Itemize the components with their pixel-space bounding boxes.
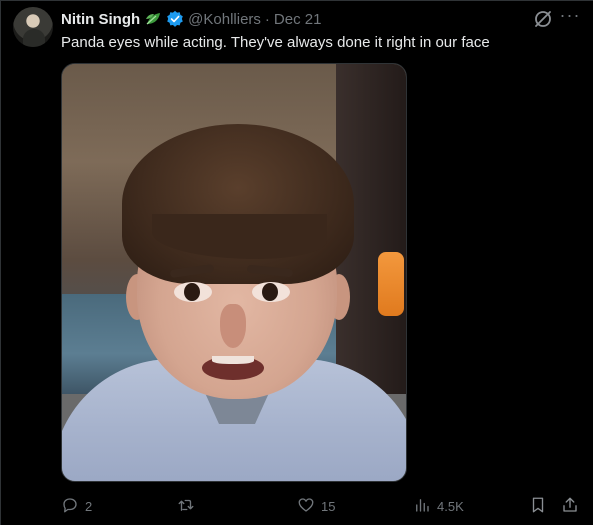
image-nose (220, 304, 246, 348)
verified-badge-icon[interactable] (166, 10, 184, 28)
tweet-date[interactable]: Dec 21 (274, 11, 322, 28)
separator-dot: · (264, 10, 270, 28)
avatar[interactable] (13, 7, 53, 47)
grok-icon[interactable] (533, 9, 553, 29)
share-button[interactable] (561, 495, 579, 517)
bookmark-button[interactable] (529, 495, 547, 517)
tweet-card[interactable]: Nitin Singh @Kohlliers · Dec 21 ··· Pand… (0, 0, 593, 525)
more-icon[interactable]: ··· (559, 6, 581, 29)
image-teeth (212, 356, 254, 364)
retweet-button[interactable] (177, 495, 201, 517)
views-count: 4.5K (437, 498, 464, 514)
author-name[interactable]: Nitin Singh (61, 11, 140, 28)
like-button[interactable]: 15 (297, 495, 335, 517)
image-pupil-right (262, 283, 278, 301)
image-orange-bottle (378, 252, 404, 316)
leaf-emoji-icon (144, 10, 162, 28)
tweet-actions: 2 15 4.5K (61, 495, 583, 517)
share-icon (561, 496, 579, 517)
reply-icon (61, 496, 79, 517)
tweet-media-image[interactable] (61, 63, 407, 482)
reply-count: 2 (85, 498, 93, 514)
tweet-text: Panda eyes while acting. They've always … (61, 34, 490, 51)
author-handle[interactable]: @Kohlliers (188, 11, 261, 28)
image-pupil-left (184, 283, 200, 301)
image-hair (122, 124, 354, 284)
views-icon (413, 496, 431, 517)
tweet-header: Nitin Singh @Kohlliers · Dec 21 (61, 8, 321, 30)
like-count: 15 (321, 498, 336, 514)
views-button[interactable]: 4.5K (413, 495, 464, 517)
reply-button[interactable]: 2 (61, 495, 92, 517)
bookmark-icon (529, 496, 547, 517)
retweet-icon (177, 496, 195, 517)
like-icon (297, 496, 315, 517)
